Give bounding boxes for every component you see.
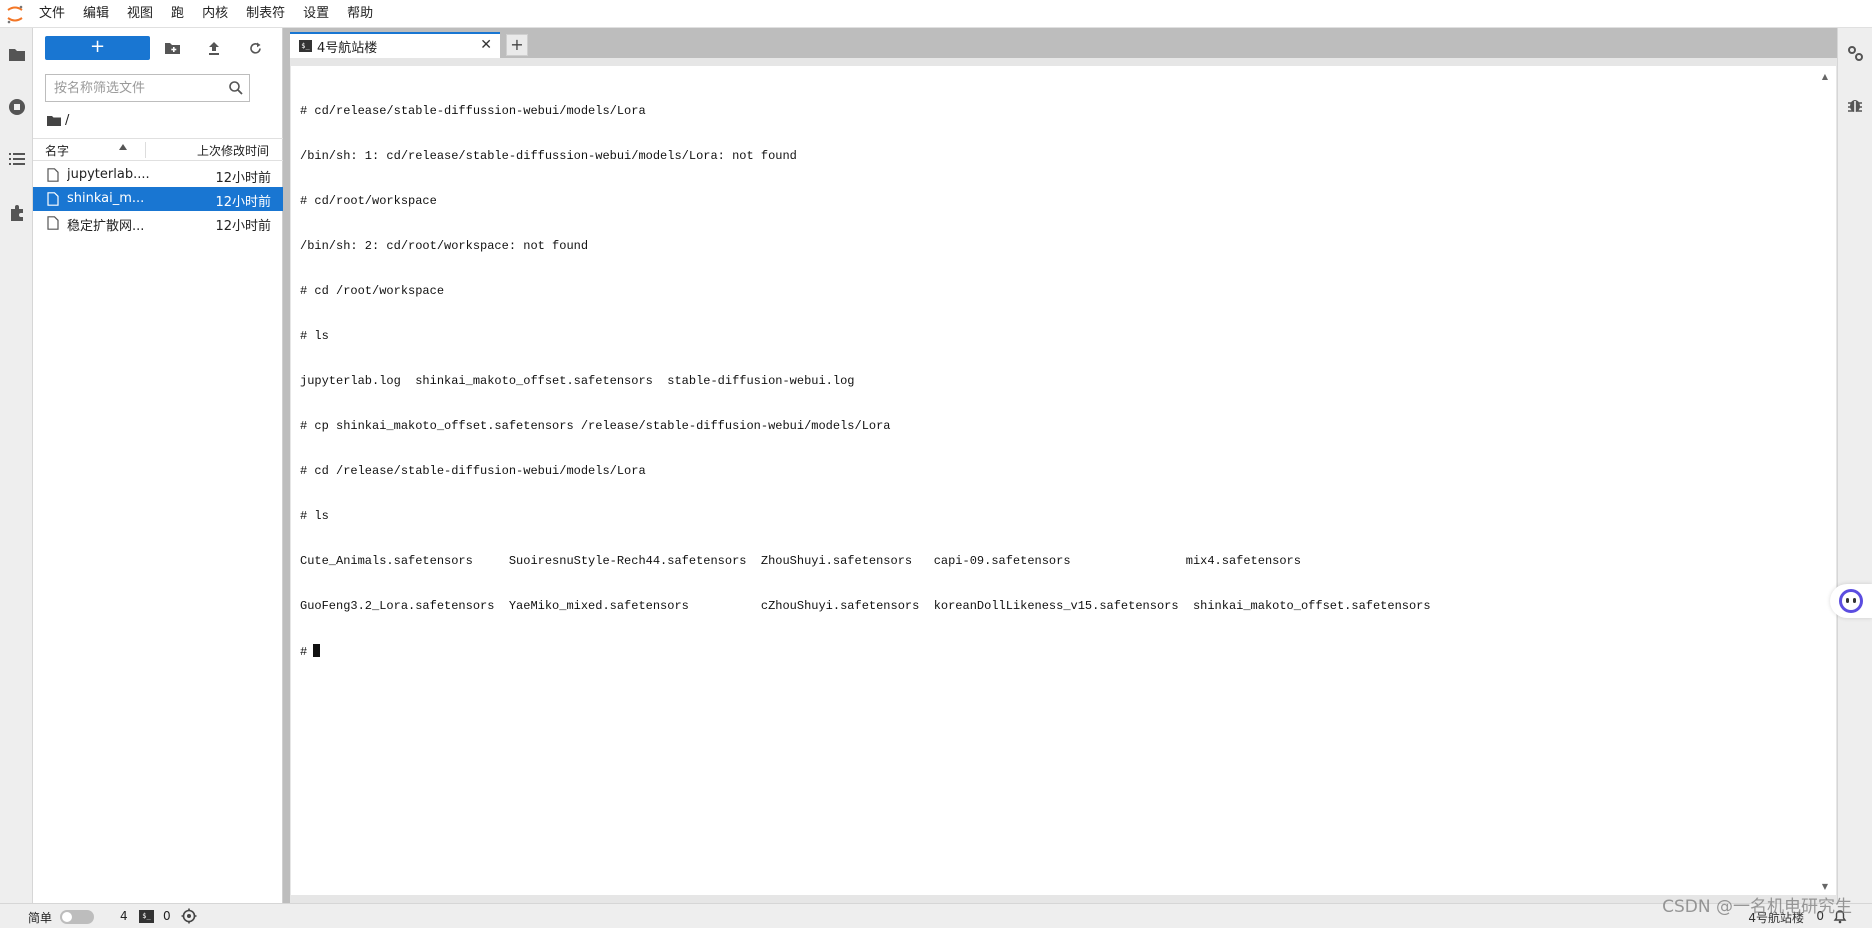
tab-label: 4号航站楼 (317, 37, 377, 56)
menu-edit[interactable]: 编辑 (74, 0, 118, 28)
terminal-line: jupyterlab.log shinkai_makoto_offset.saf… (300, 374, 1431, 389)
sort-ascending-icon[interactable] (118, 143, 128, 151)
assistant-robot-icon[interactable] (1830, 584, 1872, 618)
tab-bar: $_ 4号航站楼 ✕ + (290, 28, 1837, 58)
menu-file[interactable]: 文件 (30, 0, 74, 28)
folder-icon[interactable] (47, 115, 61, 126)
refresh-icon[interactable] (243, 36, 267, 60)
right-activity-bar (1837, 28, 1872, 903)
terminal-line: /bin/sh: 2: cd/root/workspace: not found (300, 239, 1431, 254)
terminal-icon: $_ (299, 40, 312, 52)
terminal-line: Cute_Animals.safetensors SuoiresnuStyle-… (300, 554, 1431, 569)
menu-view[interactable]: 视图 (118, 0, 162, 28)
gear-icon[interactable] (181, 908, 197, 924)
scroll-down-arrow-icon[interactable]: ▼ (1822, 882, 1828, 891)
simple-mode-label: 简单 (28, 909, 52, 926)
terminal-line: # cd/root/workspace (300, 194, 1431, 209)
terminal-line: # cd/release/stable-diffussion-webui/mod… (300, 104, 1431, 119)
debugger-bug-icon[interactable] (1844, 94, 1866, 116)
file-row[interactable]: 稳定扩散网... 12小时前 (33, 211, 283, 235)
menu-kernel[interactable]: 内核 (193, 0, 237, 28)
file-filter-box (45, 74, 250, 102)
breadcrumb: / (47, 111, 69, 129)
column-name-header[interactable]: 名字 (45, 142, 69, 159)
left-activity-bar (0, 28, 33, 903)
terminal-line: # ls (300, 509, 1431, 524)
terminal-line: GuoFeng3.2_Lora.safetensors YaeMiko_mixe… (300, 599, 1431, 614)
terminal-prompt-line[interactable]: # (300, 644, 1431, 659)
column-divider[interactable] (145, 142, 146, 158)
search-icon (228, 80, 244, 96)
file-row-selected[interactable]: shinkai_m... 12小时前 (33, 187, 283, 211)
file-filter-input[interactable] (46, 75, 221, 101)
upload-icon[interactable] (202, 36, 226, 60)
simple-mode-toggle[interactable] (60, 910, 94, 924)
file-row[interactable]: jupyterlab.... 12小时前 (33, 163, 283, 187)
terminal-icon[interactable]: $_ (139, 910, 154, 923)
file-name: 稳定扩散网... (67, 215, 167, 234)
terminal-output: # cd/release/stable-diffussion-webui/mod… (300, 74, 1431, 689)
menu-settings[interactable]: 设置 (294, 0, 338, 28)
file-name: shinkai_m... (67, 191, 167, 206)
table-of-contents-icon[interactable] (4, 146, 29, 171)
menu-bar: 文件 编辑 视图 跑 内核 制表符 设置 帮助 (0, 0, 1872, 28)
terminal-line: # ls (300, 329, 1431, 344)
folder-icon[interactable] (4, 42, 29, 67)
file-icon (47, 168, 59, 182)
new-folder-icon[interactable] (160, 36, 184, 60)
menu-help[interactable]: 帮助 (338, 0, 382, 28)
file-modified: 12小时前 (215, 215, 271, 234)
extension-puzzle-icon[interactable] (4, 200, 29, 225)
file-browser-panel: + / 名字 上次修改时间 jupyterlab.... 12小时前 shink… (33, 28, 283, 903)
menu-run[interactable]: 跑 (162, 0, 193, 28)
file-modified: 12小时前 (215, 167, 271, 186)
kernel-count[interactable]: 4 (120, 909, 128, 923)
panel-resize-handle[interactable] (283, 28, 290, 903)
terminal-cursor (313, 644, 320, 657)
terminal-line: /bin/sh: 1: cd/release/stable-diffussion… (300, 149, 1431, 164)
add-tab-button[interactable]: + (506, 34, 528, 56)
terminal-line: # cd /release/stable-diffusion-webui/mod… (300, 464, 1431, 479)
terminal-screen[interactable]: # cd/release/stable-diffussion-webui/mod… (291, 66, 1836, 895)
breadcrumb-root[interactable]: / (65, 113, 69, 128)
new-launcher-button[interactable]: + (45, 36, 150, 60)
running-kernels-icon[interactable] (4, 94, 29, 119)
file-icon (47, 192, 59, 206)
close-icon[interactable]: ✕ (480, 37, 492, 53)
property-inspector-gear-icon[interactable] (1844, 42, 1866, 64)
file-icon (47, 216, 59, 230)
terminal-panel: # cd/release/stable-diffussion-webui/mod… (290, 58, 1837, 903)
file-name: jupyterlab.... (67, 167, 167, 182)
csdn-watermark: CSDN @一名机电研究生 (1662, 892, 1852, 917)
menu-tabs[interactable]: 制表符 (237, 0, 294, 28)
file-list-header: 名字 上次修改时间 (33, 138, 283, 161)
tab-terminal[interactable]: $_ 4号航站楼 ✕ (290, 32, 500, 58)
jupyter-logo-icon (0, 0, 30, 28)
file-modified: 12小时前 (215, 191, 271, 210)
column-modified-header[interactable]: 上次修改时间 (197, 142, 269, 159)
terminal-prompt: # (300, 645, 307, 659)
terminal-line: # cd /root/workspace (300, 284, 1431, 299)
terminal-count[interactable]: 0 (163, 909, 171, 923)
scroll-up-arrow-icon[interactable]: ▲ (1822, 72, 1828, 81)
status-bar: 简单 4 $_ 0 4号航站楼 0 (0, 903, 1872, 928)
terminal-line: # cp shinkai_makoto_offset.safetensors /… (300, 419, 1431, 434)
